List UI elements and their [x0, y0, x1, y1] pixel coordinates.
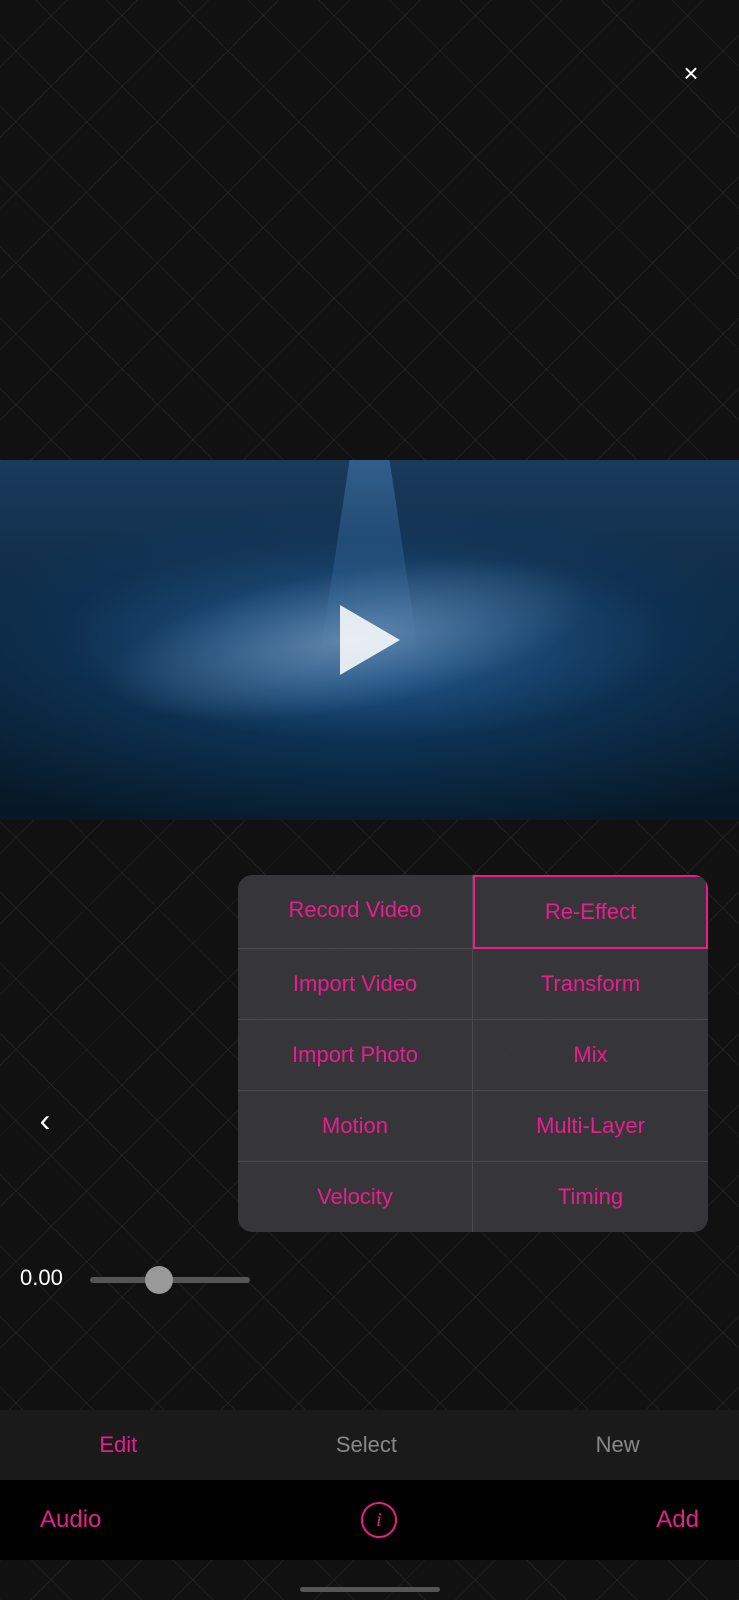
- toolbar-item-select[interactable]: Select: [316, 1422, 417, 1468]
- bottom-toolbar: Edit Select New: [0, 1410, 739, 1480]
- menu-item-velocity[interactable]: Velocity: [238, 1162, 473, 1232]
- menu-item-mix[interactable]: Mix: [473, 1020, 708, 1091]
- menu-item-re-effect[interactable]: Re-Effect: [473, 875, 708, 949]
- close-button[interactable]: ×: [673, 55, 709, 91]
- audio-button[interactable]: Audio: [40, 1506, 101, 1534]
- menu-item-import-video[interactable]: Import Video: [238, 949, 473, 1020]
- menu-item-transform[interactable]: Transform: [473, 949, 708, 1020]
- video-preview: [0, 460, 739, 820]
- menu-grid: Record Video Re-Effect Import Video Tran…: [238, 875, 708, 1232]
- menu-item-multi-layer[interactable]: Multi-Layer: [473, 1091, 708, 1162]
- toolbar-item-edit[interactable]: Edit: [79, 1422, 157, 1468]
- menu-item-import-photo[interactable]: Import Photo: [238, 1020, 473, 1091]
- timeline-thumb[interactable]: [145, 1266, 173, 1294]
- toolbar-item-new[interactable]: New: [576, 1422, 660, 1468]
- top-grid-area: [0, 0, 739, 460]
- info-button[interactable]: i: [361, 1502, 397, 1538]
- play-button[interactable]: [340, 605, 400, 675]
- menu-item-timing[interactable]: Timing: [473, 1162, 708, 1232]
- add-button[interactable]: Add: [656, 1506, 699, 1534]
- timeline-slider[interactable]: [90, 1277, 250, 1283]
- bottom-action-bar: Audio i Add: [0, 1480, 739, 1560]
- chevron-left-button[interactable]: ‹: [20, 1095, 70, 1145]
- popup-menu: Record Video Re-Effect Import Video Tran…: [238, 875, 708, 1232]
- home-indicator: [300, 1587, 440, 1592]
- menu-item-record-video[interactable]: Record Video: [238, 875, 473, 949]
- timeline-value: 0.00: [20, 1265, 63, 1291]
- menu-item-motion[interactable]: Motion: [238, 1091, 473, 1162]
